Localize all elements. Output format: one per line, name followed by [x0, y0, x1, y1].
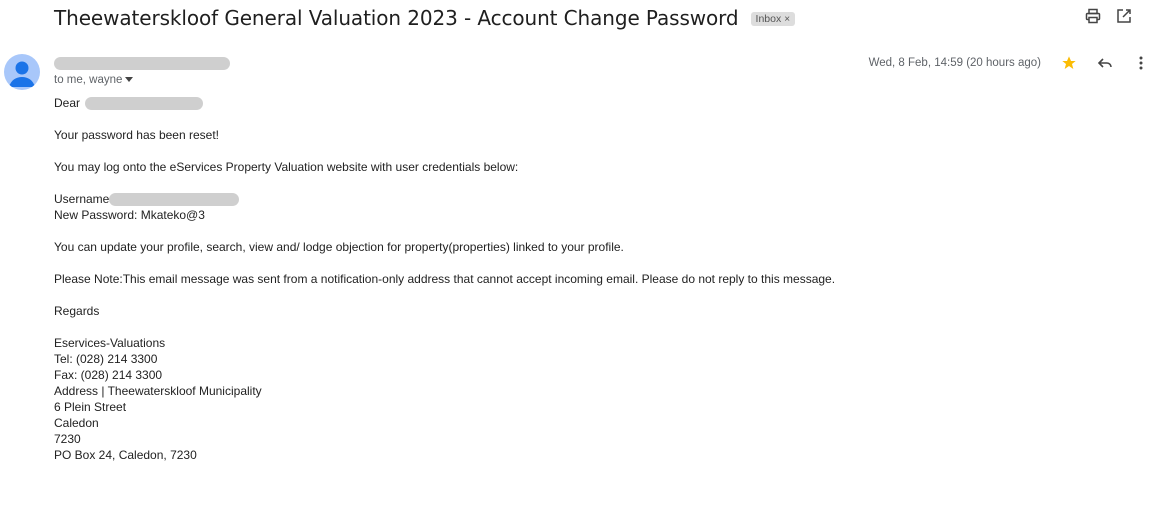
open-in-new-window-icon[interactable]: [1114, 6, 1134, 26]
subject-row: Theewaterskloof General Valuation 2023 -…: [54, 4, 796, 32]
signature-block: Eservices-Valuations Tel: (028) 214 3300…: [54, 335, 835, 463]
username-line: Username: [54, 191, 835, 207]
sender-avatar[interactable]: [4, 54, 40, 90]
reply-icon[interactable]: [1095, 53, 1115, 73]
star-icon[interactable]: [1059, 53, 1079, 73]
signature-line: Caledon: [54, 416, 99, 430]
redacted-sender-name: [54, 56, 230, 70]
redacted-username: [109, 193, 240, 207]
greeting-line: Dear: [54, 95, 835, 111]
signature-line: 6 Plein Street: [54, 400, 127, 414]
email-subject: Theewaterskloof General Valuation 2023 -…: [54, 6, 739, 30]
signature-line: Address | Theewaterskloof Municipality: [54, 384, 262, 398]
more-vert-icon[interactable]: [1131, 53, 1151, 73]
signature-line: Eservices-Valuations: [54, 336, 166, 350]
remove-label-icon[interactable]: ×: [784, 14, 790, 25]
credentials-block: Username New Password: Mkateko@3: [54, 191, 835, 223]
signature-line: PO Box 24, Caledon, 7230: [54, 448, 197, 462]
inbox-label-text: Inbox: [755, 13, 782, 25]
signature-line: Fax: (028) 214 3300: [54, 368, 163, 382]
caret-down-icon: [125, 77, 134, 82]
login-line: You may log onto the eServices Property …: [54, 160, 519, 174]
message-meta: Wed, 8 Feb, 14:59 (20 hours ago): [869, 52, 1151, 74]
recipients-text: to me, wayne: [54, 74, 123, 86]
new-password-line: New Password: Mkateko@3: [54, 208, 205, 222]
signature-line: 7230: [54, 432, 81, 446]
greeting-text: Dear: [54, 96, 81, 110]
reset-line: Your password has been reset!: [54, 128, 219, 142]
regards-line: Regards: [54, 304, 100, 318]
print-icon[interactable]: [1083, 6, 1103, 26]
note-line: Please Note:This email message was sent …: [54, 272, 836, 286]
update-line: You can update your profile, search, vie…: [54, 240, 624, 254]
redacted-recipient-name: [85, 97, 204, 111]
message-date: Wed, 8 Feb, 14:59 (20 hours ago): [868, 57, 1041, 69]
sender-name: [54, 56, 230, 70]
signature-line: Tel: (028) 214 3300: [54, 352, 158, 366]
recipients-toggle[interactable]: to me, wayne: [54, 74, 134, 86]
inbox-label-chip[interactable]: Inbox ×: [750, 12, 796, 26]
email-body: Dear Your password has been reset! You m…: [54, 95, 835, 479]
username-label: Username: [54, 192, 110, 206]
